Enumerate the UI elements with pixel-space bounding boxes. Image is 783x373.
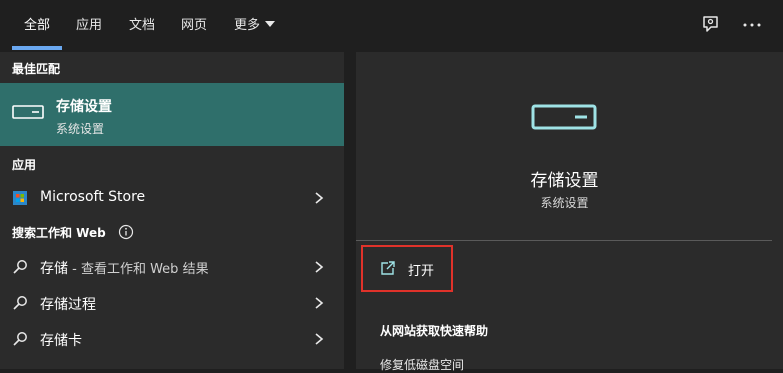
more-options-icon[interactable] [741,14,763,36]
info-icon[interactable] [118,224,134,240]
highlight-box [361,245,453,292]
help-header: 从网站获取快速帮助 [380,324,489,338]
preview-subtitle: 系统设置 [0,194,783,211]
drive-icon [12,105,44,119]
chevron-down-icon [265,21,276,27]
tab-all[interactable]: 全部 [24,14,50,33]
web-search-header: 搜索工作和 Web [12,226,106,240]
tab-more[interactable]: 更多 [234,14,276,33]
preview-title: 存储设置 [0,166,783,191]
active-tab-indicator [12,46,62,50]
web-result-item[interactable]: 存储卡 [0,322,344,356]
top-bar: 全部 应用 文档 网页 更多 [0,0,783,52]
web-result-term: 存储 [40,261,68,277]
web-result-term: 存储卡 [40,333,82,349]
best-match-header: 最佳匹配 [12,62,61,76]
divider [356,240,772,241]
open-icon[interactable] [380,260,396,276]
tab-more-label: 更多 [234,18,261,33]
web-result-label: 存储 - 查看工作和 Web 结果 [40,258,209,278]
web-result-item[interactable]: 存储 - 查看工作和 Web 结果 [0,250,344,284]
help-link[interactable]: 修复低磁盘空间 [380,356,464,373]
chevron-right-icon [315,333,324,345]
search-icon [13,296,27,310]
preview-subtitle-text: 系统设置 [540,196,589,210]
tab-web[interactable]: 网页 [181,14,207,33]
tab-apps[interactable]: 应用 [76,14,102,33]
best-match-title: 存储设置 [56,99,112,115]
chevron-right-icon [315,261,324,273]
feedback-icon[interactable] [700,14,722,36]
open-button[interactable]: 打开 [408,260,434,279]
best-match-subtitle: 系统设置 [56,122,105,136]
search-icon [13,260,27,274]
web-result-suffix: - 查看工作和 Web 结果 [68,262,209,277]
drive-icon [531,104,597,130]
tab-documents[interactable]: 文档 [129,14,155,33]
search-icon [13,332,27,346]
web-result-term: 存储过程 [40,297,96,313]
chevron-right-icon [315,297,324,309]
web-result-item[interactable]: 存储过程 [0,286,344,320]
preview-title-text: 存储设置 [530,171,599,191]
best-match-item[interactable] [0,83,344,146]
